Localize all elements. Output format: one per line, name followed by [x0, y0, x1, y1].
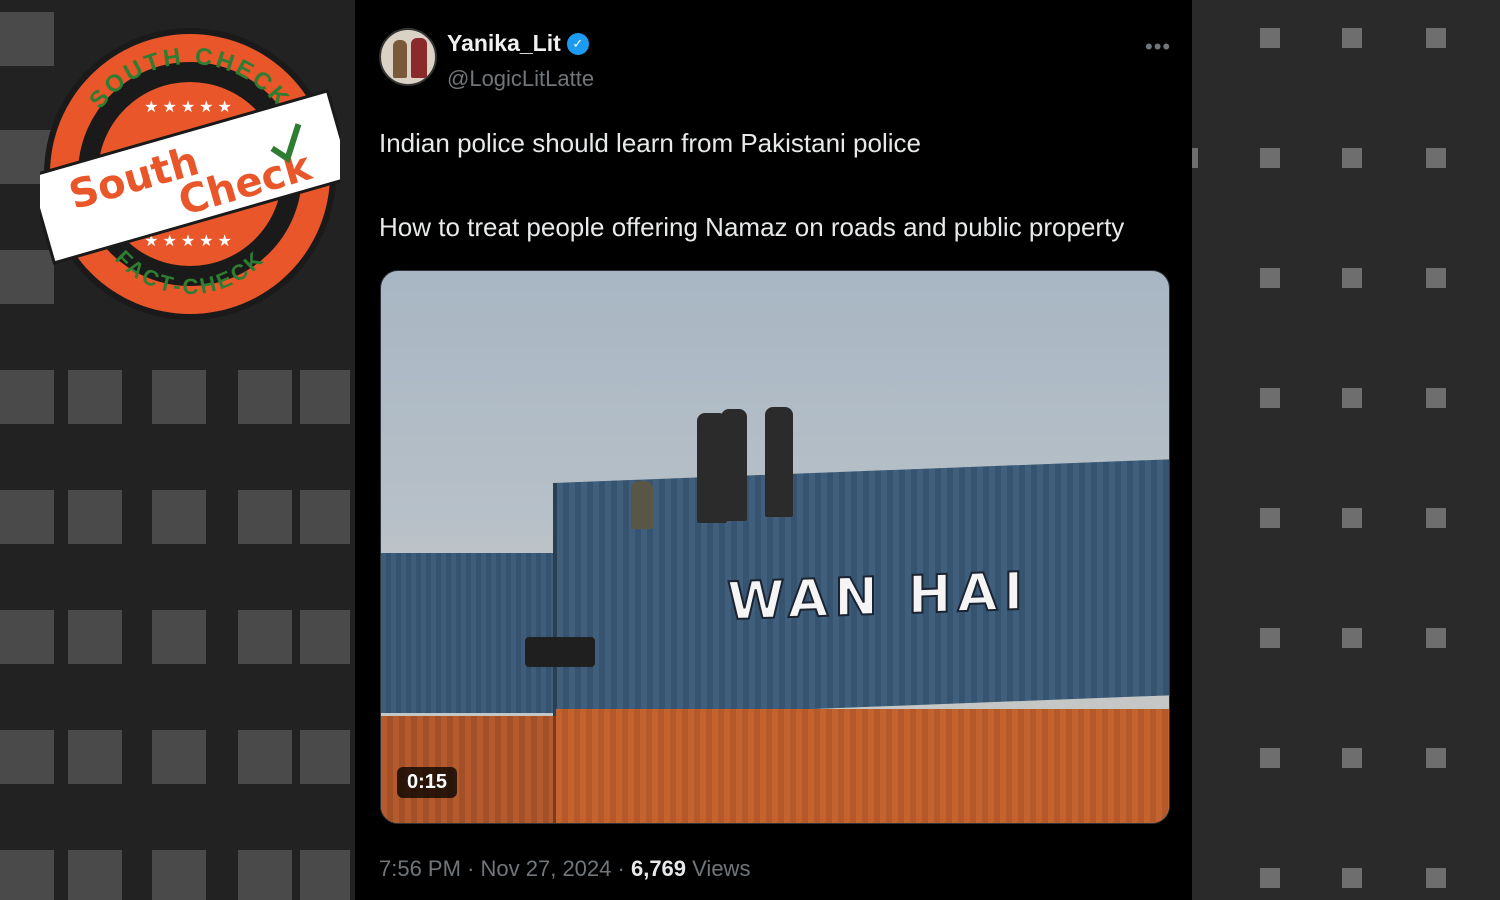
pattern-square [1342, 148, 1362, 168]
tweet-text-line-1: Indian police should learn from Pakistan… [379, 128, 921, 158]
pattern-square [152, 850, 206, 900]
pattern-square [1426, 508, 1446, 528]
pattern-square [0, 610, 54, 664]
pattern-square [1426, 268, 1446, 288]
pattern-square [1342, 28, 1362, 48]
pattern-square [238, 370, 292, 424]
display-name[interactable]: Yanika_Lit ✓ [447, 30, 589, 57]
pattern-square [1342, 268, 1362, 288]
pattern-square [0, 850, 54, 900]
tweet-date[interactable]: Nov 27, 2024 [481, 856, 612, 881]
pattern-square [1426, 628, 1446, 648]
pattern-square [300, 610, 350, 664]
tweet-text-line-2: How to treat people offering Namaz on ro… [379, 212, 1125, 242]
pattern-square [1260, 148, 1280, 168]
pattern-square [238, 850, 292, 900]
pattern-square [1192, 148, 1198, 168]
pattern-square [300, 850, 350, 900]
views-label: Views [692, 856, 751, 881]
pattern-square [152, 610, 206, 664]
pattern-square [300, 730, 350, 784]
person-figure [721, 409, 747, 521]
pattern-square [300, 490, 350, 544]
pattern-square [1260, 28, 1280, 48]
pattern-square [1342, 748, 1362, 768]
pattern-square [68, 610, 122, 664]
user-handle[interactable]: @LogicLitLatte [447, 66, 594, 92]
avatar-figure [411, 38, 427, 78]
more-options-icon[interactable]: ••• [1145, 34, 1171, 60]
pattern-square [1260, 268, 1280, 288]
pattern-square [1342, 508, 1362, 528]
pattern-square [1260, 388, 1280, 408]
pattern-square [1342, 628, 1362, 648]
shipping-container [556, 709, 1169, 823]
pattern-square [1260, 628, 1280, 648]
pattern-square [68, 370, 122, 424]
pattern-square [68, 490, 122, 544]
meta-separator: · [617, 856, 631, 881]
pattern-square [1426, 748, 1446, 768]
pattern-square [1426, 388, 1446, 408]
pattern-square [152, 730, 206, 784]
pattern-square [238, 730, 292, 784]
pattern-square [1426, 28, 1446, 48]
video-duration-badge: 0:15 [397, 767, 458, 798]
pattern-square [1342, 868, 1362, 888]
shipping-container [381, 553, 561, 713]
stamp-stars-top: ★★★★★ [144, 99, 236, 116]
tweet-card: Yanika_Lit ✓ @LogicLitLatte ••• Indian p… [355, 0, 1192, 900]
traffic-light [525, 637, 595, 667]
views-count: 6,769 [630, 856, 687, 881]
stamp-stars-bottom: ★★★★★ [144, 233, 236, 250]
video-player[interactable]: WAN HAI 0:15 [380, 270, 1170, 824]
pattern-square [300, 370, 350, 424]
container-brand-text: WAN HAI [726, 561, 1030, 634]
tweet-time[interactable]: 7:56 PM [379, 856, 461, 881]
pattern-square [0, 490, 54, 544]
pattern-square [238, 610, 292, 664]
pattern-square [1426, 868, 1446, 888]
pattern-square [1260, 868, 1280, 888]
display-name-text[interactable]: Yanika_Lit [447, 30, 561, 57]
avatar[interactable] [379, 28, 437, 86]
pattern-square [0, 370, 54, 424]
pattern-square [68, 850, 122, 900]
pattern-square [1426, 148, 1446, 168]
right-background-pattern [1192, 0, 1500, 900]
south-check-stamp-logo: SOUTH CHECK FACT-CHECK ★★★★★ ★★★★★ South… [40, 28, 340, 320]
avatar-figure [393, 40, 407, 78]
pattern-square [0, 730, 54, 784]
pattern-square [152, 370, 206, 424]
pattern-square [152, 490, 206, 544]
meta-separator: · [467, 856, 481, 881]
pattern-square [1260, 748, 1280, 768]
tweet-meta: 7:56 PM · Nov 27, 2024 · 6,769 Views [379, 856, 750, 882]
pattern-square [238, 490, 292, 544]
verified-badge-icon: ✓ [566, 32, 589, 55]
pattern-square [1342, 388, 1362, 408]
pattern-square [1260, 508, 1280, 528]
pattern-square [68, 730, 122, 784]
person-figure [631, 481, 653, 529]
person-figure [765, 407, 793, 517]
